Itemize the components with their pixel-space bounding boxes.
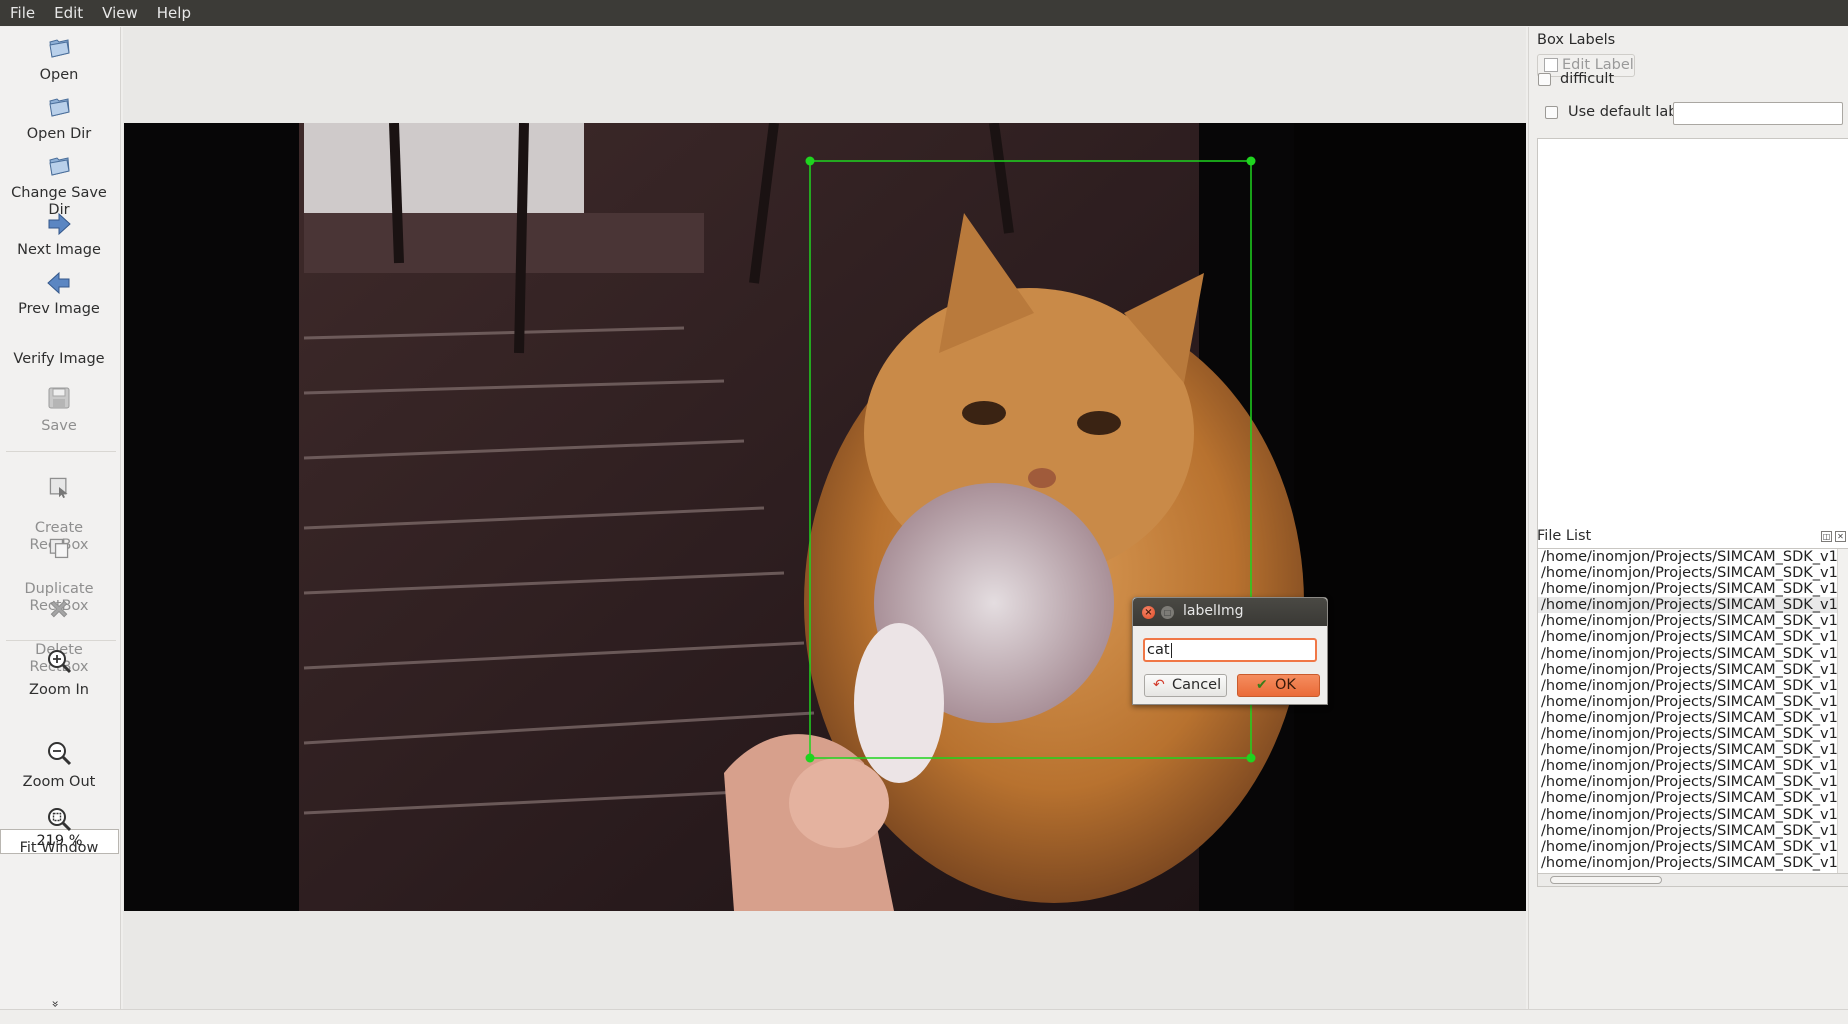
change-save-dir-button[interactable]: Change Save Dir xyxy=(0,151,118,219)
dock-float-icon[interactable]: ◫ xyxy=(1821,531,1832,542)
zoom-out-button[interactable]: Zoom Out xyxy=(0,739,118,791)
cancel-label: Cancel xyxy=(1172,677,1222,693)
check-icon: ✔ xyxy=(1256,677,1268,693)
file-list-item[interactable]: /home/inomjon/Projects/SIMCAM_SDK_v1.0 xyxy=(1538,710,1848,726)
label-input[interactable]: cat xyxy=(1143,638,1317,662)
scrollbar-thumb[interactable] xyxy=(1550,876,1662,884)
file-list-item[interactable]: /home/inomjon/Projects/SIMCAM_SDK_v1.0 xyxy=(1538,790,1848,806)
folder-icon xyxy=(49,39,70,58)
zoom-in-label: Zoom In xyxy=(29,682,89,698)
open-dir-label: Open Dir xyxy=(26,126,92,142)
bounding-box-handle[interactable] xyxy=(1246,753,1256,763)
prev-image-label: Prev Image xyxy=(18,301,100,317)
file-list-item[interactable]: /home/inomjon/Projects/SIMCAM_SDK_v1.0 xyxy=(1538,774,1848,790)
arrow-right-icon xyxy=(48,212,71,236)
zoom-out-label: Zoom Out xyxy=(22,774,96,790)
file-list-item[interactable]: /home/inomjon/Projects/SIMCAM_SDK_v1.0 xyxy=(1538,549,1848,565)
file-list-item[interactable]: /home/inomjon/Projects/SIMCAM_SDK_v1.0 xyxy=(1538,823,1848,839)
file-list-item[interactable]: /home/inomjon/Projects/SIMCAM_SDK_v1.0 xyxy=(1538,742,1848,758)
difficult-label: difficult xyxy=(1560,71,1615,87)
file-list-item[interactable]: /home/inomjon/Projects/SIMCAM_SDK_v1.0 xyxy=(1538,629,1848,645)
floppy-disk-icon xyxy=(48,387,70,409)
file-list-item[interactable]: /home/inomjon/Projects/SIMCAM_SDK_v1.0 xyxy=(1538,662,1848,678)
undo-icon: ↶ xyxy=(1153,677,1165,693)
file-list-item[interactable]: /home/inomjon/Projects/SIMCAM_SDK_v1.0 xyxy=(1538,726,1848,742)
label-list[interactable] xyxy=(1537,138,1848,549)
rectbox-icon xyxy=(49,477,68,499)
next-image-button[interactable]: Next Image xyxy=(0,210,118,259)
file-list-item[interactable]: /home/inomjon/Projects/SIMCAM_SDK_v1.0 xyxy=(1538,839,1848,855)
text-caret xyxy=(1170,642,1172,658)
open-button[interactable]: Open xyxy=(0,33,118,84)
default-label-input[interactable] xyxy=(1673,102,1843,125)
zoom-out-icon xyxy=(48,742,72,766)
dialog-title: labelImg xyxy=(1183,603,1244,619)
toolbar-separator xyxy=(6,451,116,452)
close-icon[interactable]: × xyxy=(1142,606,1155,619)
file-list-horizontal-scrollbar[interactable] xyxy=(1537,873,1848,887)
file-list-vertical-scrollbar[interactable] xyxy=(1837,549,1848,873)
edit-icon xyxy=(1544,58,1558,72)
verify-image-label: Verify Image xyxy=(13,351,105,367)
cross-icon xyxy=(50,600,68,618)
file-list-item[interactable]: /home/inomjon/Projects/SIMCAM_SDK_v1.0 xyxy=(1538,581,1848,597)
bounding-box-handle[interactable] xyxy=(805,753,815,763)
fit-window-button[interactable]: Fit Window xyxy=(0,805,118,857)
menu-bar: File Edit View Help xyxy=(0,0,1848,26)
open-dir-button[interactable]: Open Dir xyxy=(0,92,118,143)
toolbar-separator xyxy=(6,640,116,641)
file-list[interactable]: /home/inomjon/Projects/SIMCAM_SDK_v1.0/h… xyxy=(1537,548,1848,874)
verify-image-button[interactable]: Verify Image xyxy=(0,351,118,368)
menu-view[interactable]: View xyxy=(102,4,138,22)
menu-file[interactable]: File xyxy=(10,4,35,22)
file-list-item[interactable]: /home/inomjon/Projects/SIMCAM_SDK_v1.0 xyxy=(1538,758,1848,774)
difficult-checkbox[interactable] xyxy=(1538,73,1551,86)
canvas-area[interactable] xyxy=(123,27,1526,1009)
file-list-item[interactable]: /home/inomjon/Projects/SIMCAM_SDK_v1.0 xyxy=(1538,694,1848,710)
file-list-item[interactable]: /home/inomjon/Projects/SIMCAM_SDK_v1.0 xyxy=(1538,678,1848,694)
ok-button[interactable]: ✔ OK xyxy=(1237,674,1320,697)
fit-window-icon xyxy=(48,808,72,832)
prev-image-button[interactable]: Prev Image xyxy=(0,269,118,318)
file-list-item[interactable]: /home/inomjon/Projects/SIMCAM_SDK_v1.0 xyxy=(1538,807,1848,823)
menu-help[interactable]: Help xyxy=(157,4,191,22)
cancel-button[interactable]: ↶ Cancel xyxy=(1144,674,1227,697)
label-input-value: cat xyxy=(1147,642,1170,658)
zoom-in-button[interactable]: Zoom In xyxy=(0,647,118,699)
zoom-in-icon xyxy=(48,650,72,674)
save-button[interactable]: Save xyxy=(0,384,118,435)
copy-icon xyxy=(49,538,69,559)
folder-icon xyxy=(49,98,70,117)
ok-label: OK xyxy=(1275,677,1296,693)
status-bar xyxy=(0,1009,1848,1024)
arrow-left-icon xyxy=(47,271,70,295)
menu-edit[interactable]: Edit xyxy=(54,4,83,22)
file-list-item[interactable]: /home/inomjon/Projects/SIMCAM_SDK_v1.0 xyxy=(1538,613,1848,629)
right-dock-panel: Box Labels Edit Label difficult Use defa… xyxy=(1528,27,1848,1009)
box-labels-title: Box Labels xyxy=(1537,32,1616,48)
save-label: Save xyxy=(41,418,77,434)
use-default-label-checkbox[interactable] xyxy=(1545,106,1558,119)
file-list-item[interactable]: /home/inomjon/Projects/SIMCAM_SDK_v1.0 xyxy=(1538,855,1848,871)
file-list-item[interactable]: /home/inomjon/Projects/SIMCAM_SDK_v1.0 xyxy=(1538,646,1848,662)
toolbar-extension-icon[interactable]: » xyxy=(49,1000,63,1007)
file-list-title: File List xyxy=(1537,528,1592,544)
bounding-box[interactable] xyxy=(123,27,1526,1009)
label-dialog: × □ labelImg cat ↶ Cancel ✔ OK xyxy=(1132,597,1328,705)
next-image-label: Next Image xyxy=(17,242,101,258)
open-label: Open xyxy=(39,67,79,83)
dialog-titlebar[interactable]: × □ labelImg xyxy=(1133,598,1327,626)
file-list-item[interactable]: /home/inomjon/Projects/SIMCAM_SDK_v1.0 xyxy=(1538,565,1848,581)
left-toolbar: Open Open Dir Change Save Dir Next Image… xyxy=(0,27,121,1009)
bounding-box-handle[interactable] xyxy=(805,156,815,166)
folder-icon xyxy=(49,157,70,176)
bounding-box-handle[interactable] xyxy=(1246,156,1256,166)
file-list-item[interactable]: /home/inomjon/Projects/SIMCAM_SDK_v1.0 xyxy=(1538,597,1848,614)
dock-close-icon[interactable]: ✕ xyxy=(1835,531,1846,542)
fit-window-label: Fit Window xyxy=(19,840,99,856)
maximize-icon[interactable]: □ xyxy=(1161,606,1174,619)
